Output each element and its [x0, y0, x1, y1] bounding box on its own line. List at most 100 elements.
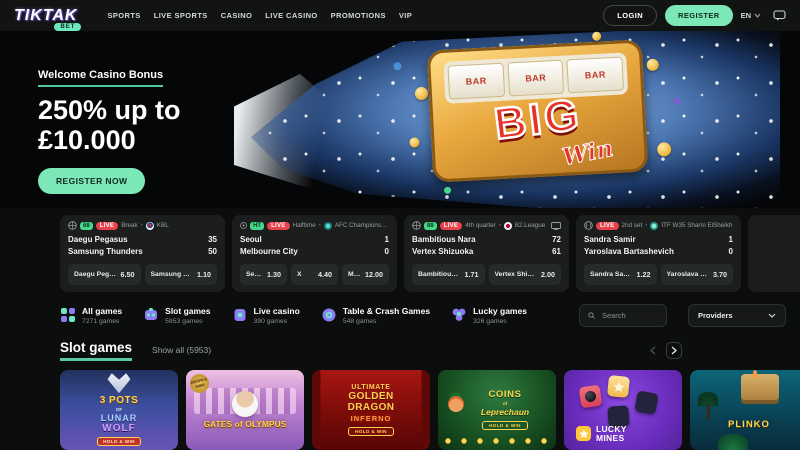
team-name: Sandra Samir — [584, 235, 636, 244]
casino-homepage: TIKTAK BET SPORTS LIVE SPORTS CASINO LIV… — [0, 0, 800, 450]
top-navigation-bar: TIKTAK BET SPORTS LIVE SPORTS CASINO LIV… — [0, 0, 800, 31]
category-table-crash-games[interactable]: Table & Crash Games 548 games — [321, 306, 430, 325]
game-thumbnail: 3 POTS OF LUNAR WOLF HOLD & WIN — [60, 369, 178, 450]
chevron-down-icon — [768, 313, 776, 318]
wolf-art — [107, 373, 131, 394]
slot-machine-art: BAR BAR BAR BIG Win — [393, 31, 681, 194]
game-card-coins-of-leprechaun[interactable]: COINS of Leprechaun HOLD & WIN Coins Of … — [438, 369, 556, 450]
match-card-basketball-b2[interactable]: 88 LIVE 4th quarter B2.League Bambitious… — [404, 215, 569, 292]
nav-item-sports[interactable]: SPORTS — [107, 11, 140, 20]
zeus-art — [232, 390, 258, 417]
register-button[interactable]: REGISTER — [665, 5, 733, 26]
team-name: Yaroslava Bartashevich — [584, 247, 674, 257]
slot-reel: BAR — [507, 59, 565, 97]
odds-button[interactable]: Vertex Shizuoka (+1.5) 2.00 — [488, 263, 561, 285]
league-name: ITF W35 Sharm ElSheikh — [661, 222, 733, 229]
lucky-games-icon — [452, 308, 466, 322]
team-name: Daegu Pegasus — [68, 235, 128, 244]
match-status: Halftime — [292, 222, 316, 229]
game-card-golden-dragon-inferno[interactable]: ULTIMATE GOLDEN DRAGON INFERNO HOLD & WI… — [312, 369, 430, 450]
promo-kicker: Welcome Casino Bonus — [38, 69, 164, 87]
odds-button[interactable]: Yaroslava Bartashevich 3.70 — [660, 263, 733, 285]
dark-tile-art — [634, 390, 659, 415]
carousel-next-button[interactable] — [666, 341, 682, 359]
game-thumbnail: LUCKY MINES — [564, 369, 682, 450]
nav-item-casino[interactable]: CASINO — [221, 11, 253, 20]
promo-headline-2: £10.000 — [38, 125, 136, 156]
topbar-actions: LOGIN REGISTER EN — [603, 5, 786, 26]
match-time-badge: 68 — [80, 221, 93, 230]
match-card-tennis-itf[interactable]: LIVE 2nd set ITF W35 Sharm ElSheikh Sand… — [576, 215, 741, 292]
match-status: Break — [121, 222, 138, 229]
itf-league-icon — [650, 221, 659, 230]
home-team-row: Seoul 1 — [240, 234, 389, 246]
odds-button[interactable]: X 4.40 — [291, 263, 338, 285]
bomb-tile-art — [578, 384, 603, 409]
team-name: Seoul — [240, 235, 262, 244]
register-now-button[interactable]: REGISTER NOW — [38, 168, 146, 195]
category-slot-games[interactable]: Slot games 5953 games — [143, 306, 211, 325]
match-status: 2nd set — [621, 222, 643, 229]
live-stream-icon[interactable] — [551, 221, 561, 230]
game-thumbnail: COINS of Leprechaun HOLD & WIN — [438, 369, 556, 450]
game-card-lucky-mines[interactable]: LUCKY MINES Lucky Mines Inout — [564, 369, 682, 450]
team-score: 1 — [728, 235, 733, 244]
all-games-icon — [61, 308, 75, 323]
carousel-prev-button[interactable] — [650, 346, 656, 355]
language-selector[interactable]: EN — [741, 11, 761, 20]
team-score: 1 — [384, 235, 389, 244]
hold-and-win-badge: HOLD & WIN — [348, 426, 394, 436]
match-time-badge: HT — [250, 221, 265, 230]
nav-item-promotions[interactable]: PROMOTIONS — [331, 11, 386, 20]
odds-button[interactable]: Bambitious Nara (-1.5) 1.71 — [412, 263, 485, 285]
search-input[interactable] — [599, 309, 658, 321]
league-name: KBL — [156, 222, 169, 229]
game-card-plinko-aztec[interactable]: PLINKO Plinko Aztec Inout — [690, 369, 800, 450]
login-button[interactable]: LOGIN — [603, 5, 658, 26]
odds-button[interactable]: Melbourne City 12.00 — [342, 263, 389, 285]
brand-logo[interactable]: TIKTAK BET — [14, 7, 82, 31]
slot-games-carousel: 3 POTS OF LUNAR WOLF HOLD & WIN 3 Pots o… — [0, 368, 800, 450]
providers-dropdown[interactable]: Providers — [688, 303, 786, 327]
hero-banner: BAR BAR BAR BIG Win Welcome Casino Bonus… — [0, 31, 800, 208]
separator-dot — [319, 222, 321, 229]
nav-item-live-sports[interactable]: LIVE SPORTS — [154, 11, 208, 20]
nav-item-vip[interactable]: VIP — [399, 11, 412, 20]
odds-button[interactable]: Samsung Thunders 1.10 — [144, 263, 217, 285]
chevron-down-icon — [754, 13, 761, 18]
slot-games-icon — [145, 308, 158, 321]
show-all-link[interactable]: Show all (5953) — [152, 345, 211, 355]
odds-button[interactable]: Seoul 1.30 — [240, 263, 287, 285]
live-badge: LIVE — [439, 221, 463, 230]
search-box[interactable] — [579, 303, 667, 327]
hero-splash-art: BAR BAR BAR BIG Win — [234, 31, 780, 208]
category-all-games[interactable]: All games 7271 games — [60, 306, 122, 325]
game-card-gates-of-olympus[interactable]: DROPS & WINS GATES of OLYMPUS Gates of O… — [186, 369, 304, 450]
slot-games-section-header: Slot games Show all (5953) — [0, 331, 800, 368]
match-card-partial[interactable] — [748, 215, 800, 292]
table-crash-games-icon — [322, 308, 336, 322]
category-lucky-games[interactable]: Lucky games 326 games — [451, 306, 527, 325]
away-team-row: Samsung Thunders 50 — [68, 246, 217, 258]
match-card-basketball-kbl[interactable]: 68 LIVE Break KBL Daegu Pegasus 35 Samsu… — [60, 215, 225, 292]
team-name: Vertex Shizuoka — [412, 247, 474, 257]
soccer-icon — [240, 222, 247, 229]
team-name: Samsung Thunders — [68, 247, 143, 257]
chat-icon[interactable] — [773, 10, 786, 21]
odds-button[interactable]: Daegu Pegasus 6.50 — [68, 263, 141, 285]
star-tile-art — [606, 374, 631, 398]
home-team-row: Bambitious Nara 72 — [412, 234, 561, 246]
brand-sub-badge: BET — [54, 22, 82, 31]
away-team-row: Vertex Shizuoka 61 — [412, 246, 561, 258]
odds-button[interactable]: Sandra Samir 1.22 — [584, 263, 657, 285]
nav-item-live-casino[interactable]: LIVE CASINO — [265, 11, 317, 20]
league-name: B2.League — [514, 222, 546, 229]
match-card-soccer-afc[interactable]: HT LIVE Halftime AFC Champions League Se… — [232, 215, 397, 292]
separator-dot — [645, 222, 647, 229]
team-score: 61 — [552, 247, 561, 257]
game-card-lunar-wolf[interactable]: 3 POTS OF LUNAR WOLF HOLD & WIN 3 Pots o… — [60, 369, 178, 450]
slot-reel: BAR — [447, 62, 505, 100]
search-icon — [588, 312, 595, 319]
away-team-row: Melbourne City 0 — [240, 246, 389, 258]
category-live-casino[interactable]: Live casino 390 games — [232, 306, 300, 325]
